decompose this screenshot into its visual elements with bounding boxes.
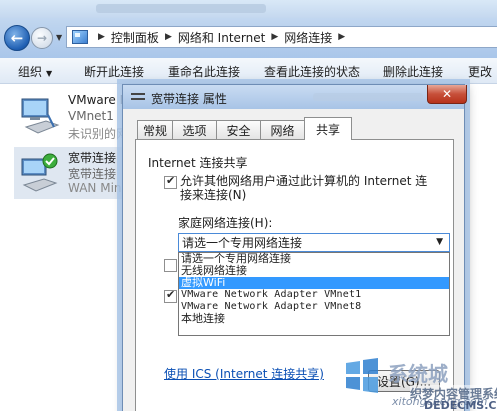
connection-name: VMware N bbox=[68, 93, 129, 107]
chevron-right-icon[interactable]: ▶ bbox=[271, 32, 278, 42]
control-panel-icon bbox=[72, 30, 88, 44]
address-bar-area: ← → ▼ ▶ 控制面板 ▶ 网络和 Internet ▶ 网络连接 ▶ bbox=[0, 0, 497, 58]
forward-arrow-icon: → bbox=[36, 31, 48, 45]
delete-button[interactable]: 删除此连接 bbox=[383, 63, 443, 80]
view-status-button[interactable]: 查看此连接的状态 bbox=[264, 63, 360, 80]
connection-item-broadband[interactable]: 宽带连接 宽带连接 WAN Min bbox=[14, 147, 134, 199]
tab-networking[interactable]: 网络 bbox=[260, 120, 305, 139]
allow-sharing-checkbox[interactable] bbox=[164, 174, 177, 189]
dropdown-option[interactable]: VMware Network Adapter VMnet1 bbox=[179, 289, 449, 301]
blurred-title bbox=[96, 4, 266, 13]
chevron-right-icon[interactable]: ▶ bbox=[98, 32, 105, 42]
connection-status: WAN Min bbox=[68, 181, 122, 195]
chevron-right-icon[interactable]: ▶ bbox=[338, 32, 345, 42]
rename-button[interactable]: 重命名此连接 bbox=[168, 63, 240, 80]
tab-general[interactable]: 常规 bbox=[137, 120, 173, 139]
select-value: 请选一个专用网络连接 bbox=[182, 236, 303, 250]
window-top-strip bbox=[0, 0, 497, 18]
close-icon: ✕ bbox=[441, 87, 453, 101]
forward-button[interactable]: → bbox=[31, 27, 53, 49]
command-bar: 组织 ▼ 断开此连接 重命名此连接 查看此连接的状态 删除此连接 更改 bbox=[0, 58, 497, 84]
organize-label: 组织 bbox=[18, 65, 43, 79]
dialog-title: 宽带连接 属性 bbox=[151, 92, 227, 106]
home-network-label: 家庭网络连接(H): bbox=[178, 216, 273, 230]
tab-security[interactable]: 安全 bbox=[216, 120, 261, 139]
connection-name: 宽带连接 bbox=[68, 151, 117, 165]
connection-item-vmware[interactable]: VMware N VMnet1 未识别的网 bbox=[14, 91, 134, 143]
section-title: Internet 连接共享 bbox=[148, 156, 248, 170]
breadcrumb-control-panel[interactable]: 控制面板 bbox=[111, 29, 159, 46]
watermark-logo-icon bbox=[346, 358, 378, 393]
tab-options[interactable]: 选项 bbox=[172, 120, 217, 139]
background-window-title-ghost bbox=[313, 93, 423, 101]
breadcrumb-network-connections[interactable]: 网络连接 bbox=[284, 29, 332, 46]
dropdown-option-highlighted[interactable]: 虚拟WiFi bbox=[179, 277, 449, 289]
close-button[interactable]: ✕ bbox=[427, 85, 467, 104]
watermark-dedecms: DEDECMS.COM bbox=[424, 399, 497, 411]
disconnect-button[interactable]: 断开此连接 bbox=[84, 63, 144, 80]
connection-status: 未识别的网 bbox=[68, 127, 129, 141]
connection-device: VMnet1 bbox=[68, 109, 114, 123]
watermark-brand: 系统城 bbox=[388, 362, 448, 386]
back-arrow-icon: ← bbox=[10, 29, 24, 47]
back-button[interactable]: ← bbox=[4, 25, 30, 51]
broadband-connection-icon bbox=[21, 153, 58, 192]
breadcrumb-network-internet[interactable]: 网络和 Internet bbox=[178, 29, 265, 46]
recent-pages-dropdown-icon[interactable]: ▼ bbox=[56, 33, 62, 42]
organize-button[interactable]: 组织 ▼ bbox=[18, 63, 52, 80]
connection-device: 宽带连接 bbox=[68, 167, 117, 181]
chevron-right-icon[interactable]: ▶ bbox=[165, 32, 172, 42]
dialog-title-bar[interactable]: 宽带连接 属性 bbox=[123, 85, 464, 109]
allow-sharing-label[interactable]: 允许其他网络用户通过此计算机的 Internet 连接来连接(N) bbox=[180, 174, 430, 202]
more-button[interactable]: 更改 bbox=[468, 63, 492, 80]
ics-help-link[interactable]: 使用 ICS (Internet 连接共享) bbox=[164, 365, 324, 382]
chevron-down-icon: ▼ bbox=[436, 237, 443, 247]
third-option-checkbox[interactable] bbox=[164, 288, 177, 303]
chevron-down-icon: ▼ bbox=[46, 69, 53, 78]
network-adapter-icon bbox=[21, 98, 60, 134]
tab-sharing[interactable]: 共享 bbox=[304, 117, 352, 140]
dropdown-option[interactable]: 本地连接 bbox=[179, 313, 449, 325]
allow-control-checkbox[interactable] bbox=[164, 259, 177, 272]
home-network-dropdown-list: 请选一个专用网络连接 无线网络连接 虚拟WiFi VMware Network … bbox=[178, 252, 450, 336]
connection-title-icon bbox=[131, 93, 145, 100]
home-network-select[interactable]: 请选一个专用网络连接 ▼ bbox=[178, 233, 450, 252]
address-field[interactable]: ▶ 控制面板 ▶ 网络和 Internet ▶ 网络连接 ▶ bbox=[66, 26, 497, 48]
